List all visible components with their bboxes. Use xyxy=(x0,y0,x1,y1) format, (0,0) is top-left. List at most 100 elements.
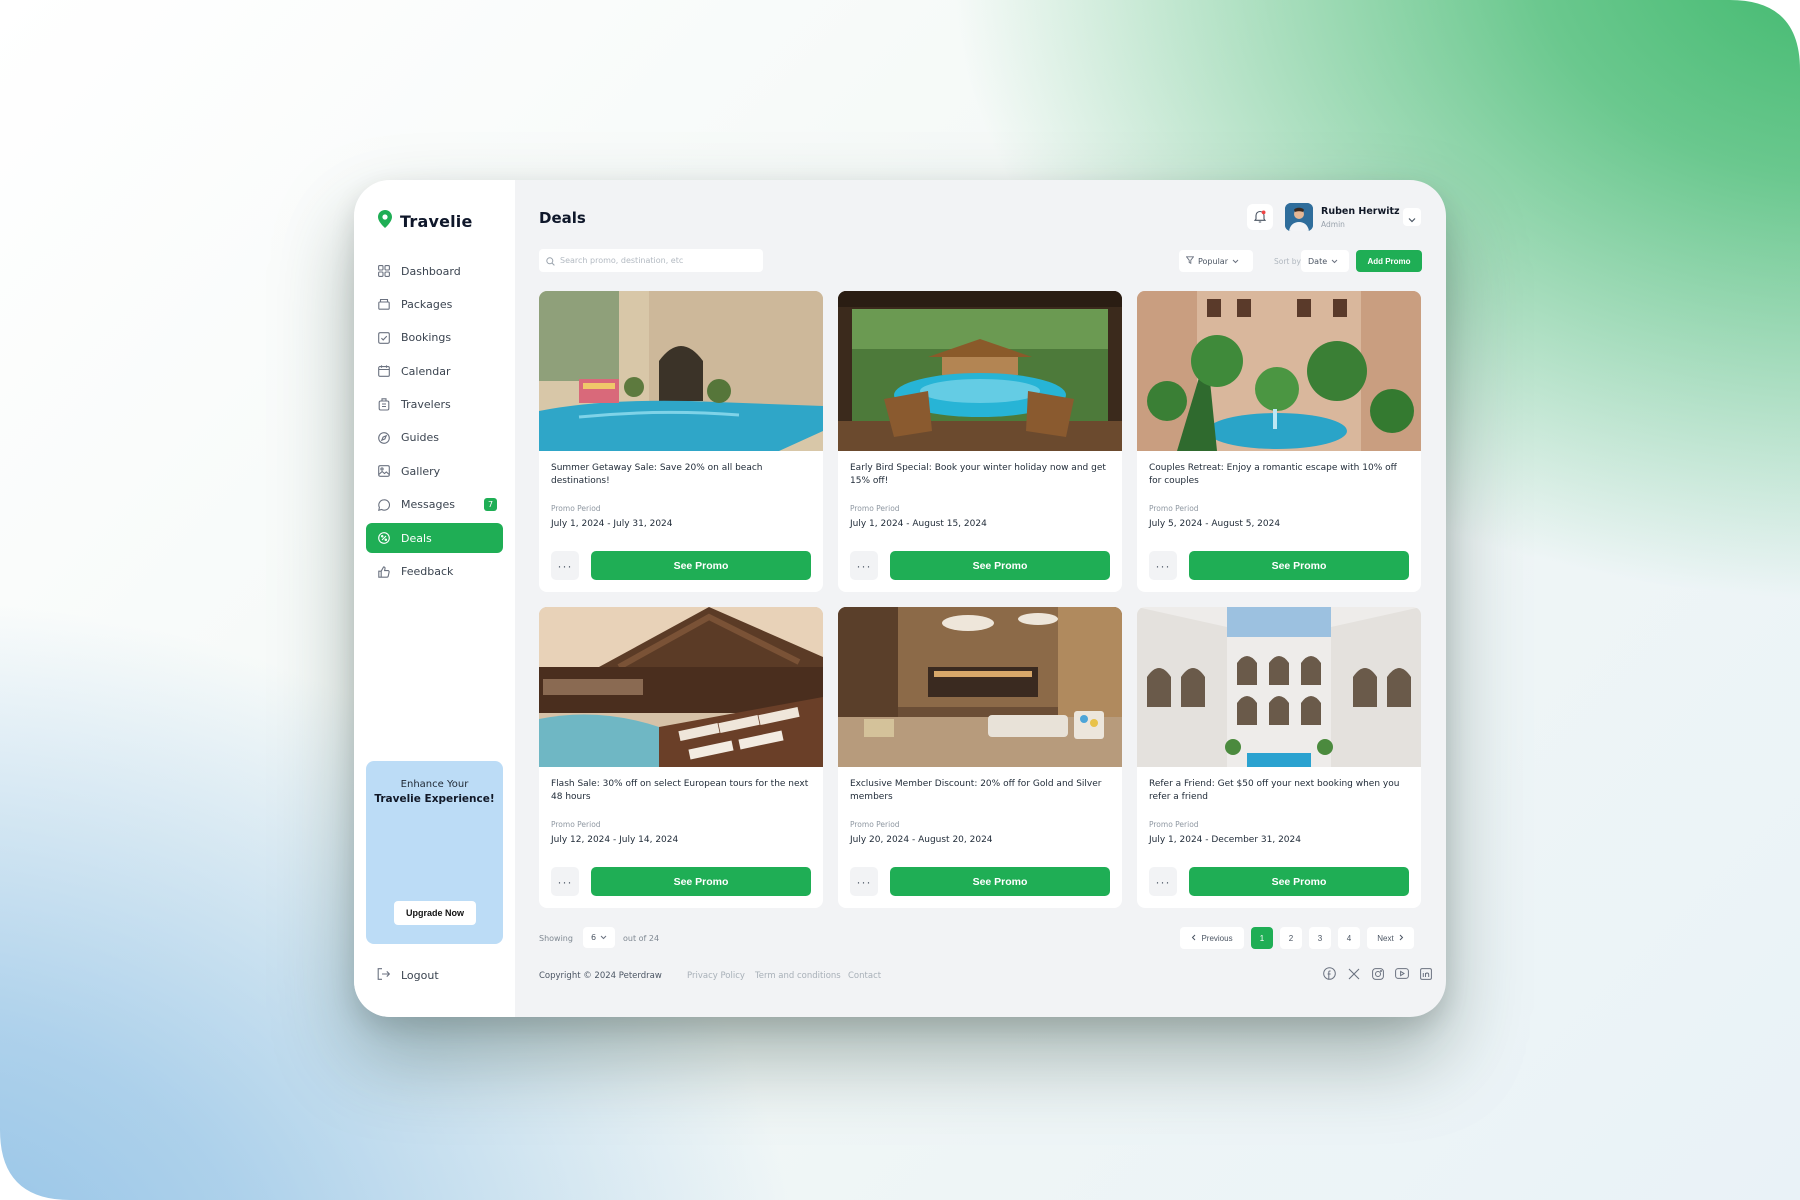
promo-period-dates: July 1, 2024 - December 31, 2024 xyxy=(1149,835,1301,845)
next-label: Next xyxy=(1377,933,1394,943)
sidebar-item-label: Gallery xyxy=(401,464,441,478)
sidebar-item-dashboard[interactable]: Dashboard xyxy=(366,256,503,286)
chevron-down-icon xyxy=(1331,257,1338,266)
terms-link[interactable]: Term and conditions xyxy=(755,971,841,981)
sidebar-item-label: Travelers xyxy=(401,398,451,412)
promo-period-label: Promo Period xyxy=(551,504,601,513)
x-icon[interactable] xyxy=(1346,966,1361,981)
sidebar-item-travelers[interactable]: Travelers xyxy=(366,390,503,420)
filter-icon xyxy=(1185,256,1195,266)
promo-period-label: Promo Period xyxy=(850,820,900,829)
more-options-button[interactable]: ··· xyxy=(1149,867,1177,896)
grid-icon xyxy=(377,265,390,278)
upgrade-now-button[interactable]: Upgrade Now xyxy=(394,901,476,925)
avatar[interactable] xyxy=(1285,203,1313,231)
privacy-policy-link[interactable]: Privacy Policy xyxy=(687,971,745,981)
chevron-down-icon xyxy=(1408,208,1416,227)
per-page-select[interactable]: 6 xyxy=(583,927,615,948)
sidebar-item-packages[interactable]: Packages xyxy=(366,289,503,319)
more-options-button[interactable]: ··· xyxy=(551,867,579,896)
sort-label: Sort by: xyxy=(1274,257,1303,266)
previous-page-button[interactable]: Previous xyxy=(1180,927,1244,949)
logout-icon xyxy=(377,968,391,983)
chat-icon xyxy=(377,498,390,511)
instagram-icon[interactable] xyxy=(1370,966,1385,981)
notifications-button[interactable] xyxy=(1247,204,1273,230)
package-icon xyxy=(377,298,390,311)
search-input[interactable] xyxy=(560,256,750,265)
see-promo-button[interactable]: See Promo xyxy=(890,551,1110,580)
sort-dropdown[interactable]: Date xyxy=(1301,250,1349,272)
deal-card: Exclusive Member Discount: 20% off for G… xyxy=(838,607,1122,908)
sidebar-item-label: Deals xyxy=(401,531,432,545)
deal-image[interactable] xyxy=(838,607,1122,767)
calendar-icon xyxy=(377,365,390,378)
promo-period-dates: July 5, 2024 - August 5, 2024 xyxy=(1149,519,1281,529)
linkedin-icon[interactable] xyxy=(1418,966,1433,981)
user-menu-button[interactable] xyxy=(1403,208,1421,226)
sidebar-item-gallery[interactable]: Gallery xyxy=(366,456,503,486)
upgrade-promo-card: Enhance Your Travelie Experience! Upgrad… xyxy=(366,761,503,944)
see-promo-button[interactable]: See Promo xyxy=(1189,551,1409,580)
messages-count-badge: 7 xyxy=(484,497,497,511)
page-button-3[interactable]: 3 xyxy=(1309,927,1331,949)
sidebar-item-deals[interactable]: Deals xyxy=(366,523,503,554)
more-options-button[interactable]: ··· xyxy=(1149,551,1177,580)
more-options-button[interactable]: ··· xyxy=(850,551,878,580)
search-icon xyxy=(546,251,555,270)
compass-icon xyxy=(377,431,390,444)
add-promo-button[interactable]: Add Promo xyxy=(1356,250,1422,272)
chevron-right-icon xyxy=(1399,934,1404,943)
sidebar-item-label: Dashboard xyxy=(401,264,461,278)
brand[interactable]: Travelie xyxy=(366,210,503,232)
see-promo-button[interactable]: See Promo xyxy=(1189,867,1409,896)
promo-line-1: Enhance Your xyxy=(400,779,469,790)
sidebar-item-guides[interactable]: Guides xyxy=(366,423,503,453)
youtube-icon[interactable] xyxy=(1394,966,1409,981)
page-button-2[interactable]: 2 xyxy=(1280,927,1302,949)
deal-image[interactable] xyxy=(838,291,1122,451)
contact-link[interactable]: Contact xyxy=(848,971,881,981)
promo-period-label: Promo Period xyxy=(1149,820,1199,829)
promo-line-2: Travelie Experience! xyxy=(374,793,495,805)
sidebar-item-bookings[interactable]: Bookings xyxy=(366,323,503,353)
next-page-button[interactable]: Next xyxy=(1367,927,1414,949)
deal-card: Summer Getaway Sale: Save 20% on all bea… xyxy=(539,291,823,592)
discount-icon xyxy=(377,532,390,545)
promo-period-dates: July 1, 2024 - July 31, 2024 xyxy=(551,519,673,529)
promo-period-label: Promo Period xyxy=(850,504,900,513)
sidebar-item-label: Bookings xyxy=(401,331,452,345)
sidebar-item-messages[interactable]: Messages 7 xyxy=(366,490,503,520)
see-promo-button[interactable]: See Promo xyxy=(591,551,811,580)
user-name: Ruben Herwitz xyxy=(1321,206,1400,217)
total-count-label: out of 24 xyxy=(623,934,660,943)
deal-image[interactable] xyxy=(1137,291,1421,451)
app-window: Travelie Dashboard Packages Bookings Cal… xyxy=(354,180,1446,1017)
filter-dropdown[interactable]: Popular xyxy=(1179,250,1253,272)
copyright: Copyright © 2024 Peterdraw xyxy=(539,971,662,981)
thumbs-up-icon xyxy=(377,565,390,578)
sidebar-nav: Dashboard Packages Bookings Calendar Tra… xyxy=(366,256,503,587)
deal-image[interactable] xyxy=(539,607,823,767)
sidebar-item-label: Feedback xyxy=(401,565,454,579)
sidebar-item-feedback[interactable]: Feedback xyxy=(366,557,503,587)
see-promo-button[interactable]: See Promo xyxy=(591,867,811,896)
brand-name: Travelie xyxy=(400,211,473,231)
showing-label: Showing xyxy=(539,934,573,943)
deal-image[interactable] xyxy=(539,291,823,451)
sidebar-item-label: Packages xyxy=(401,297,453,311)
logout-label: Logout xyxy=(401,969,439,982)
sidebar-item-calendar[interactable]: Calendar xyxy=(366,356,503,386)
promo-period-dates: July 12, 2024 - July 14, 2024 xyxy=(551,835,679,845)
sidebar-item-label: Calendar xyxy=(401,364,451,378)
page-button-1[interactable]: 1 xyxy=(1251,927,1273,949)
chevron-down-icon xyxy=(600,933,607,942)
more-options-button[interactable]: ··· xyxy=(850,867,878,896)
logout-button[interactable]: Logout xyxy=(377,968,439,983)
deal-image[interactable] xyxy=(1137,607,1421,767)
see-promo-button[interactable]: See Promo xyxy=(890,867,1110,896)
deal-description: Couples Retreat: Enjoy a romantic escape… xyxy=(1149,463,1397,486)
page-button-4[interactable]: 4 xyxy=(1338,927,1360,949)
more-options-button[interactable]: ··· xyxy=(551,551,579,580)
facebook-icon[interactable] xyxy=(1322,966,1337,981)
